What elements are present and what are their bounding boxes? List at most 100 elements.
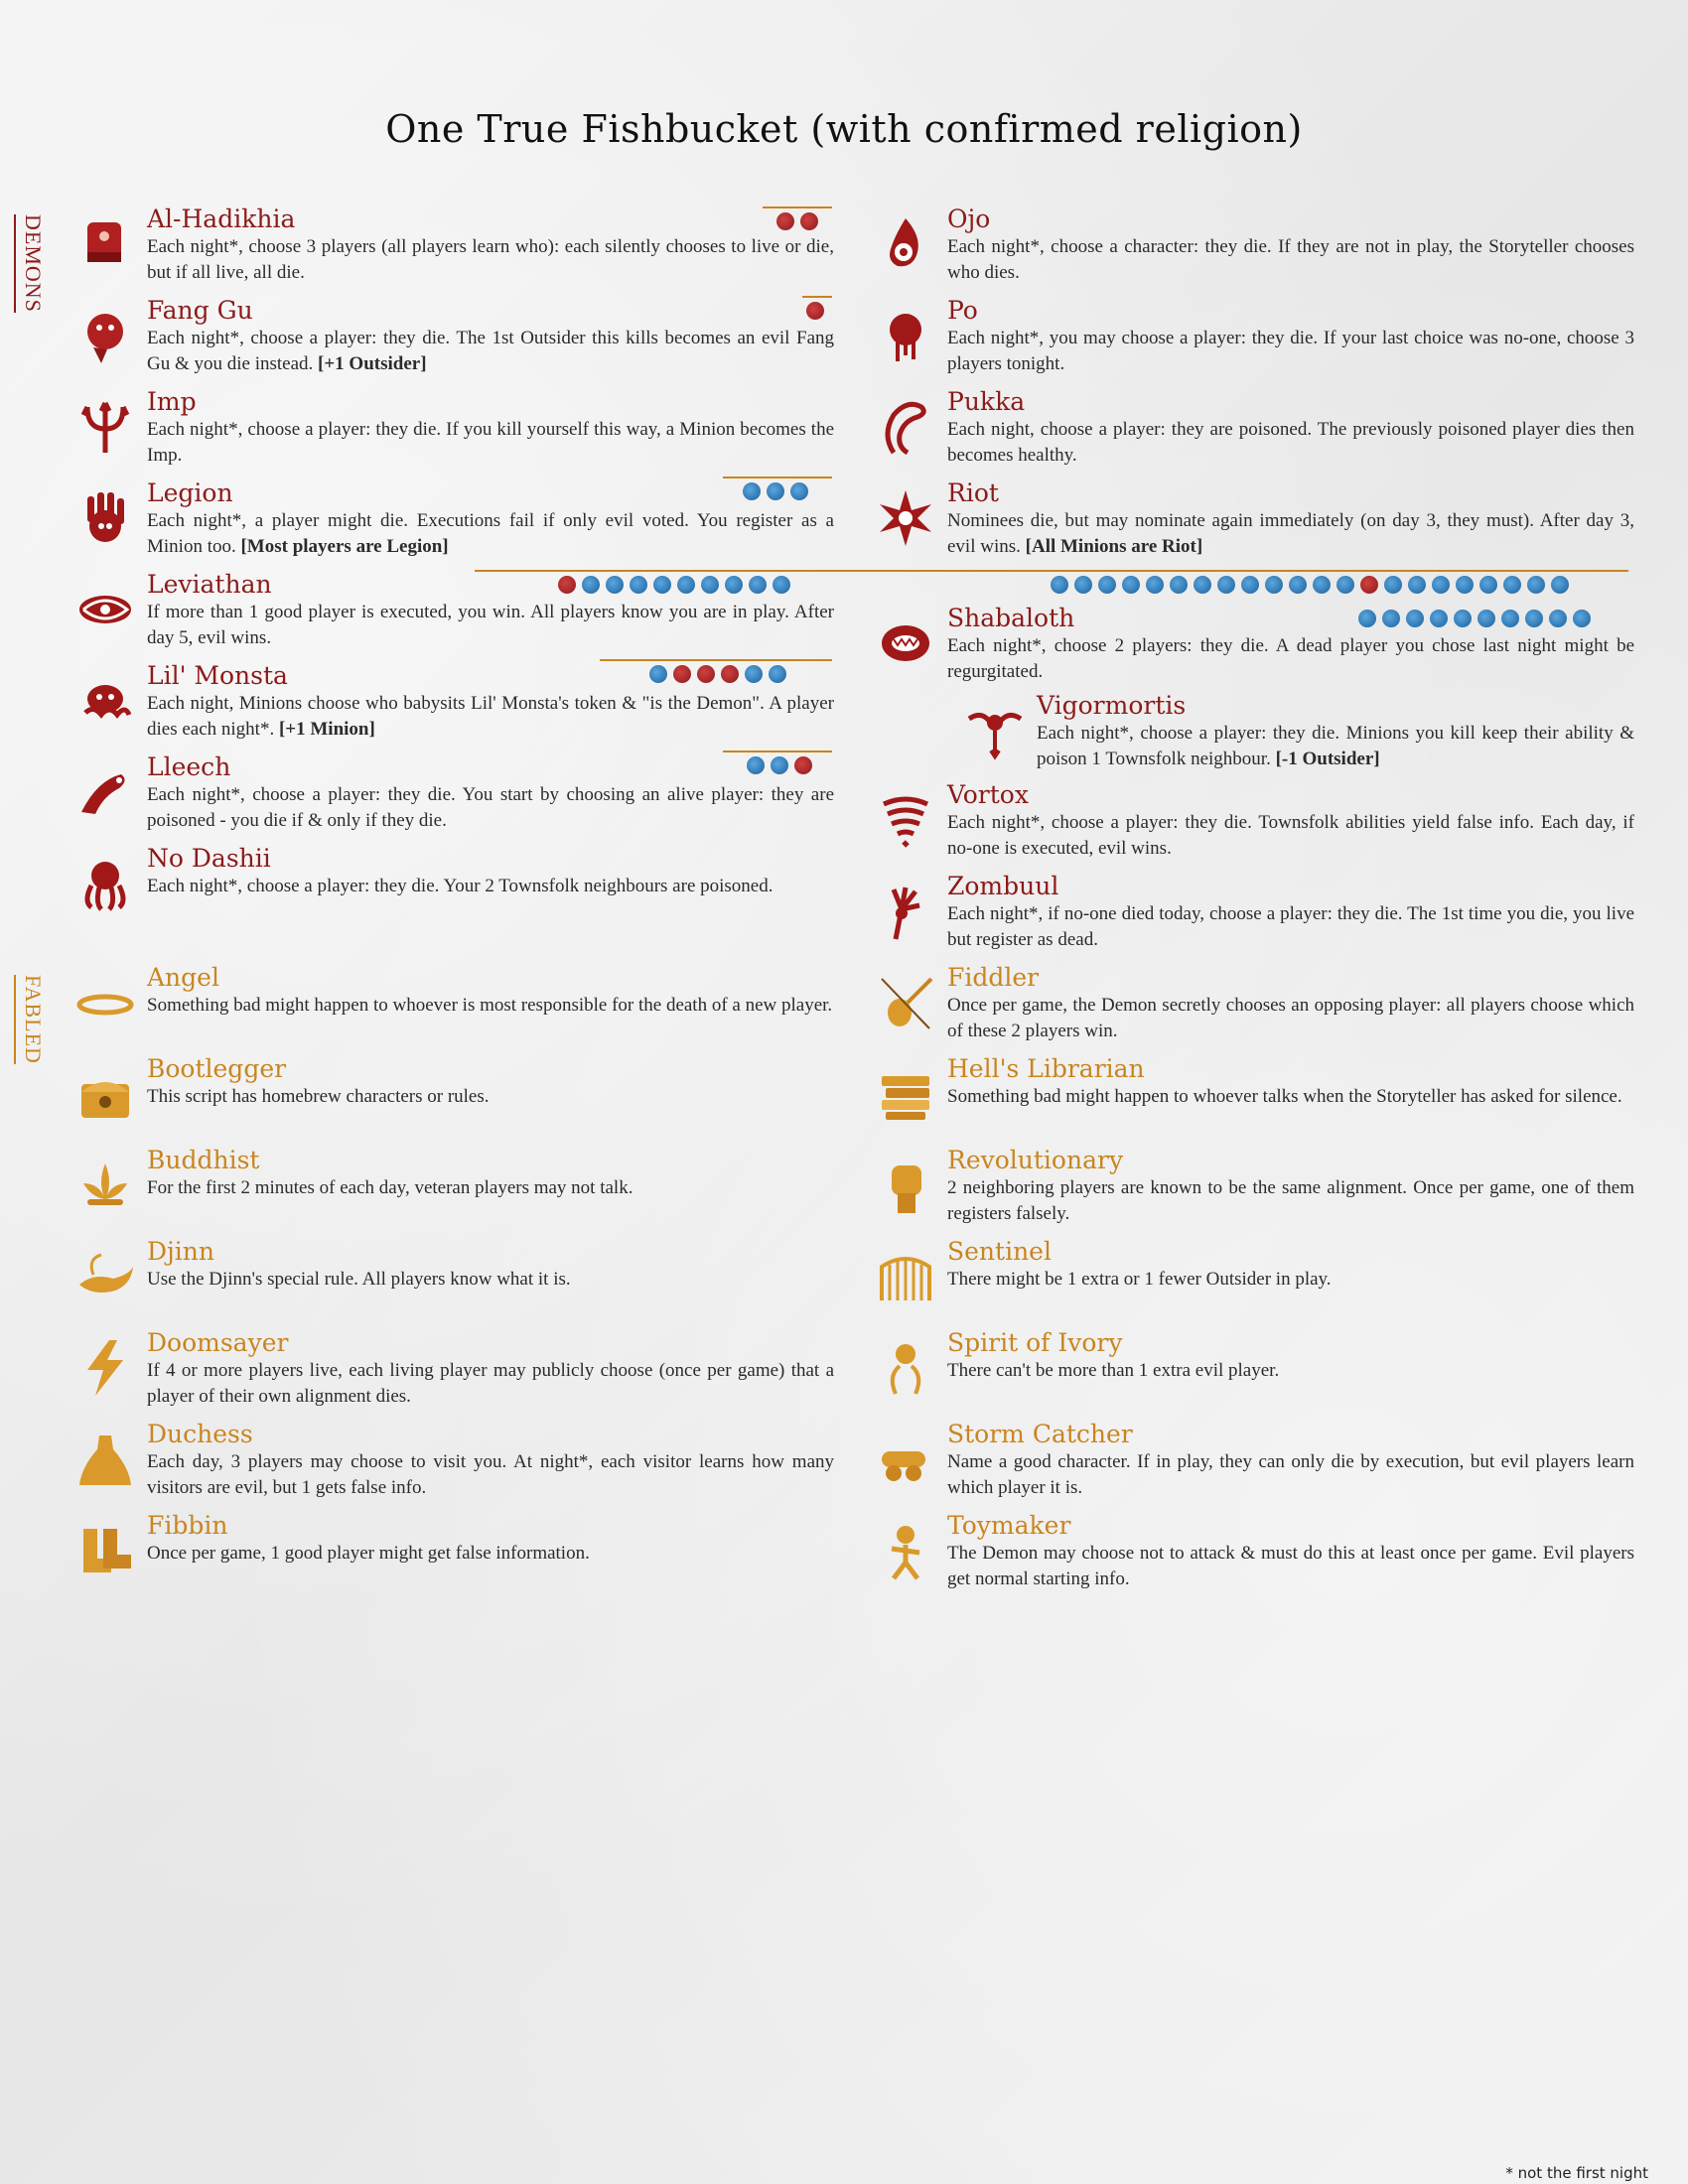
octopus-icon (84, 862, 126, 911)
role-name: Shabaloth (947, 604, 1075, 632)
role-ability: Each night*, choose 2 players: they die.… (947, 635, 1634, 682)
role-fang-gu: Fang Gu Each night*, choose a player: th… (73, 296, 838, 383)
books-icon (882, 1076, 929, 1120)
role-name: Djinn (147, 1237, 214, 1266)
lightning-icon (87, 1340, 123, 1396)
section-label-demons: DEMONS (14, 214, 46, 313)
halo-icon (76, 994, 134, 1016)
role-name: Vigormortis (1037, 691, 1187, 720)
role-ability: Each night, choose a player: they are po… (947, 419, 1634, 466)
role-po: Po Each night*, you may choose a player:… (874, 296, 1638, 383)
role-ability: Use the Djinn's special rule. All player… (147, 1269, 571, 1290)
mouth-icon (882, 625, 929, 661)
role-name: No Dashii (147, 844, 271, 873)
role-vigormortis: Vigormortis Each night*, choose a player… (963, 691, 1638, 778)
fez-icon (87, 222, 121, 262)
violin-icon (881, 977, 933, 1029)
role-ability: Each night*, a player might die. Executi… (147, 510, 834, 557)
role-ability: Each day, 3 players may choose to visit … (147, 1451, 834, 1498)
role-name: Legion (147, 478, 233, 507)
role-ojo: Ojo Each night*, choose a character: the… (874, 205, 1638, 292)
role-ability: Once per game, the Demon secretly choose… (947, 995, 1634, 1041)
role-lleech: Lleech Each night*, choose a player: the… (73, 752, 838, 840)
role-pukka: Pukka Each night, choose a player: they … (874, 387, 1638, 475)
section-label-fabled: FABLED (14, 975, 46, 1064)
role-name: Ojo (947, 205, 991, 233)
role-name: Po (947, 296, 978, 325)
role-toymaker: Toymaker The Demon may choose not to att… (874, 1511, 1638, 1598)
winged-heart-icon (967, 713, 1023, 760)
role-name: Fiddler (947, 963, 1040, 992)
role-name: Riot (947, 478, 999, 507)
role-legion: Legion Each night*, a player might die. … (73, 478, 838, 566)
snake-icon (885, 401, 926, 456)
role-no-dashii: No Dashii Each night*, choose a player: … (73, 844, 838, 931)
vortex-icon (882, 796, 929, 848)
role-ability: Nominees die, but may nominate again imm… (947, 510, 1634, 557)
role-name: Pukka (947, 387, 1026, 416)
role-imp: Imp Each night*, choose a player: they d… (73, 387, 838, 475)
role-name: Toymaker (947, 1511, 1071, 1540)
role-storm-catcher: Storm Catcher Name a good character. If … (874, 1420, 1638, 1507)
role-name: Leviathan (147, 570, 272, 599)
lotus-icon (83, 1163, 127, 1205)
role-fibbin: Fibbin Once per game, 1 good player migh… (73, 1511, 838, 1598)
role-lil-monsta: Lil' Monsta Each night, Minions choose w… (73, 661, 838, 749)
role-duchess: Duchess Each day, 3 players may choose t… (73, 1420, 838, 1507)
lil-monsta-icon (83, 685, 132, 719)
role-djinn: Djinn Use the Djinn's special rule. All … (73, 1237, 838, 1324)
role-ability: This script has homebrew characters or r… (147, 1086, 490, 1107)
role-name: Zombuul (947, 872, 1059, 900)
role-name: Fang Gu (147, 296, 253, 325)
role-shabaloth: Shabaloth Each night*, choose 2 players:… (874, 604, 1638, 691)
toy-icon (891, 1526, 920, 1580)
role-ability: There might be 1 extra or 1 fewer Outsid… (947, 1269, 1332, 1290)
role-ability: 2 neighboring players are known to be th… (947, 1177, 1634, 1224)
gown-icon (79, 1435, 131, 1485)
role-name: Lil' Monsta (147, 661, 288, 690)
role-name: Imp (147, 387, 197, 416)
role-ability: There can't be more than 1 extra evil pl… (947, 1360, 1280, 1381)
role-name: Al-Hadikhia (147, 205, 296, 233)
riot-star-icon (880, 490, 931, 546)
role-ability: Name a good character. If in play, they … (947, 1451, 1634, 1498)
role-ability: The Demon may choose not to attack & mus… (947, 1543, 1634, 1589)
role-ability: Each night*, choose a player: they die. … (947, 812, 1634, 859)
role-name: Spirit of Ivory (947, 1328, 1123, 1357)
role-buddhist: Buddhist For the first 2 minutes of each… (73, 1146, 838, 1233)
blood-drip-icon (890, 314, 921, 361)
role-name: Buddhist (147, 1146, 260, 1174)
role-name: Bootlegger (147, 1054, 287, 1083)
boots-icon (83, 1529, 131, 1572)
role-ability: Each night, Minions choose who babysits … (147, 693, 834, 740)
role-name: Fibbin (147, 1511, 228, 1540)
leviathan-icon (79, 596, 131, 623)
role-leviathan: Leviathan If more than 1 good player is … (73, 570, 838, 657)
role-ability: Something bad might happen to whoever ta… (947, 1086, 1622, 1107)
role-ability: Each night*, choose a player: they die. … (1037, 723, 1634, 769)
treasure-chest-icon (81, 1082, 129, 1118)
fang-gu-icon (87, 314, 123, 363)
role-sentinel: Sentinel There might be 1 extra or 1 few… (874, 1237, 1638, 1324)
role-hells-librarian: Hell's Librarian Something bad might hap… (874, 1054, 1638, 1142)
cannon-icon (882, 1451, 925, 1481)
handprint-icon (87, 492, 124, 542)
role-name: Sentinel (947, 1237, 1052, 1266)
page-title: One True Fishbucket (with confirmed reli… (385, 107, 1303, 151)
lamp-icon (79, 1253, 133, 1293)
jinx-icons (1051, 574, 1569, 596)
role-ability: For the first 2 minutes of each day, vet… (147, 1177, 633, 1198)
footnote: * not the first night (1505, 2164, 1648, 2182)
role-ability: Each night*, if no-one died today, choos… (947, 903, 1634, 950)
role-ability: Each night*, choose a character: they di… (947, 236, 1634, 283)
role-ability: Something bad might happen to whoever is… (147, 995, 833, 1016)
role-spirit-of-ivory: Spirit of Ivory There can't be more than… (874, 1328, 1638, 1416)
role-name: Vortox (947, 780, 1029, 809)
role-al-hadikhia: Al-Hadikhia Each night*, choose 3 player… (73, 205, 838, 292)
zombie-hand-icon (891, 887, 920, 940)
role-name: Doomsayer (147, 1328, 289, 1357)
role-revolutionary: Revolutionary 2 neighboring players are … (874, 1146, 1638, 1233)
role-bootlegger: Bootlegger This script has homebrew char… (73, 1054, 838, 1142)
role-name: Angel (147, 963, 219, 992)
role-ability: If more than 1 good player is executed, … (147, 602, 834, 648)
